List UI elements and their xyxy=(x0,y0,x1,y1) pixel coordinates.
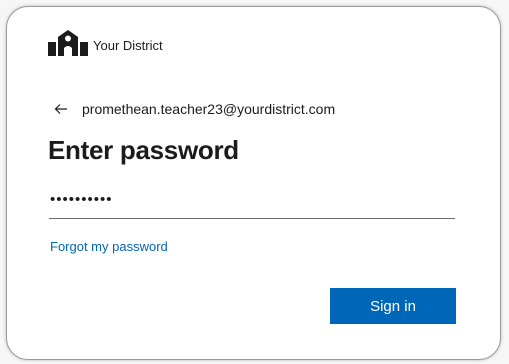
page-title: Enter password xyxy=(48,135,239,165)
school-building-icon xyxy=(48,30,88,56)
password-input[interactable] xyxy=(49,189,455,219)
sign-in-button[interactable]: Sign in xyxy=(330,288,456,324)
forgot-password-link[interactable]: Forgot my password xyxy=(50,239,168,254)
district-name: Your District xyxy=(93,38,163,53)
sign-in-card: Your District promethean.teacher23@yourd… xyxy=(6,6,501,360)
district-branding: Your District xyxy=(48,30,163,56)
account-identity[interactable]: promethean.teacher23@yourdistrict.com xyxy=(54,101,335,117)
account-email: promethean.teacher23@yourdistrict.com xyxy=(82,101,336,117)
back-arrow-icon[interactable] xyxy=(54,103,68,115)
